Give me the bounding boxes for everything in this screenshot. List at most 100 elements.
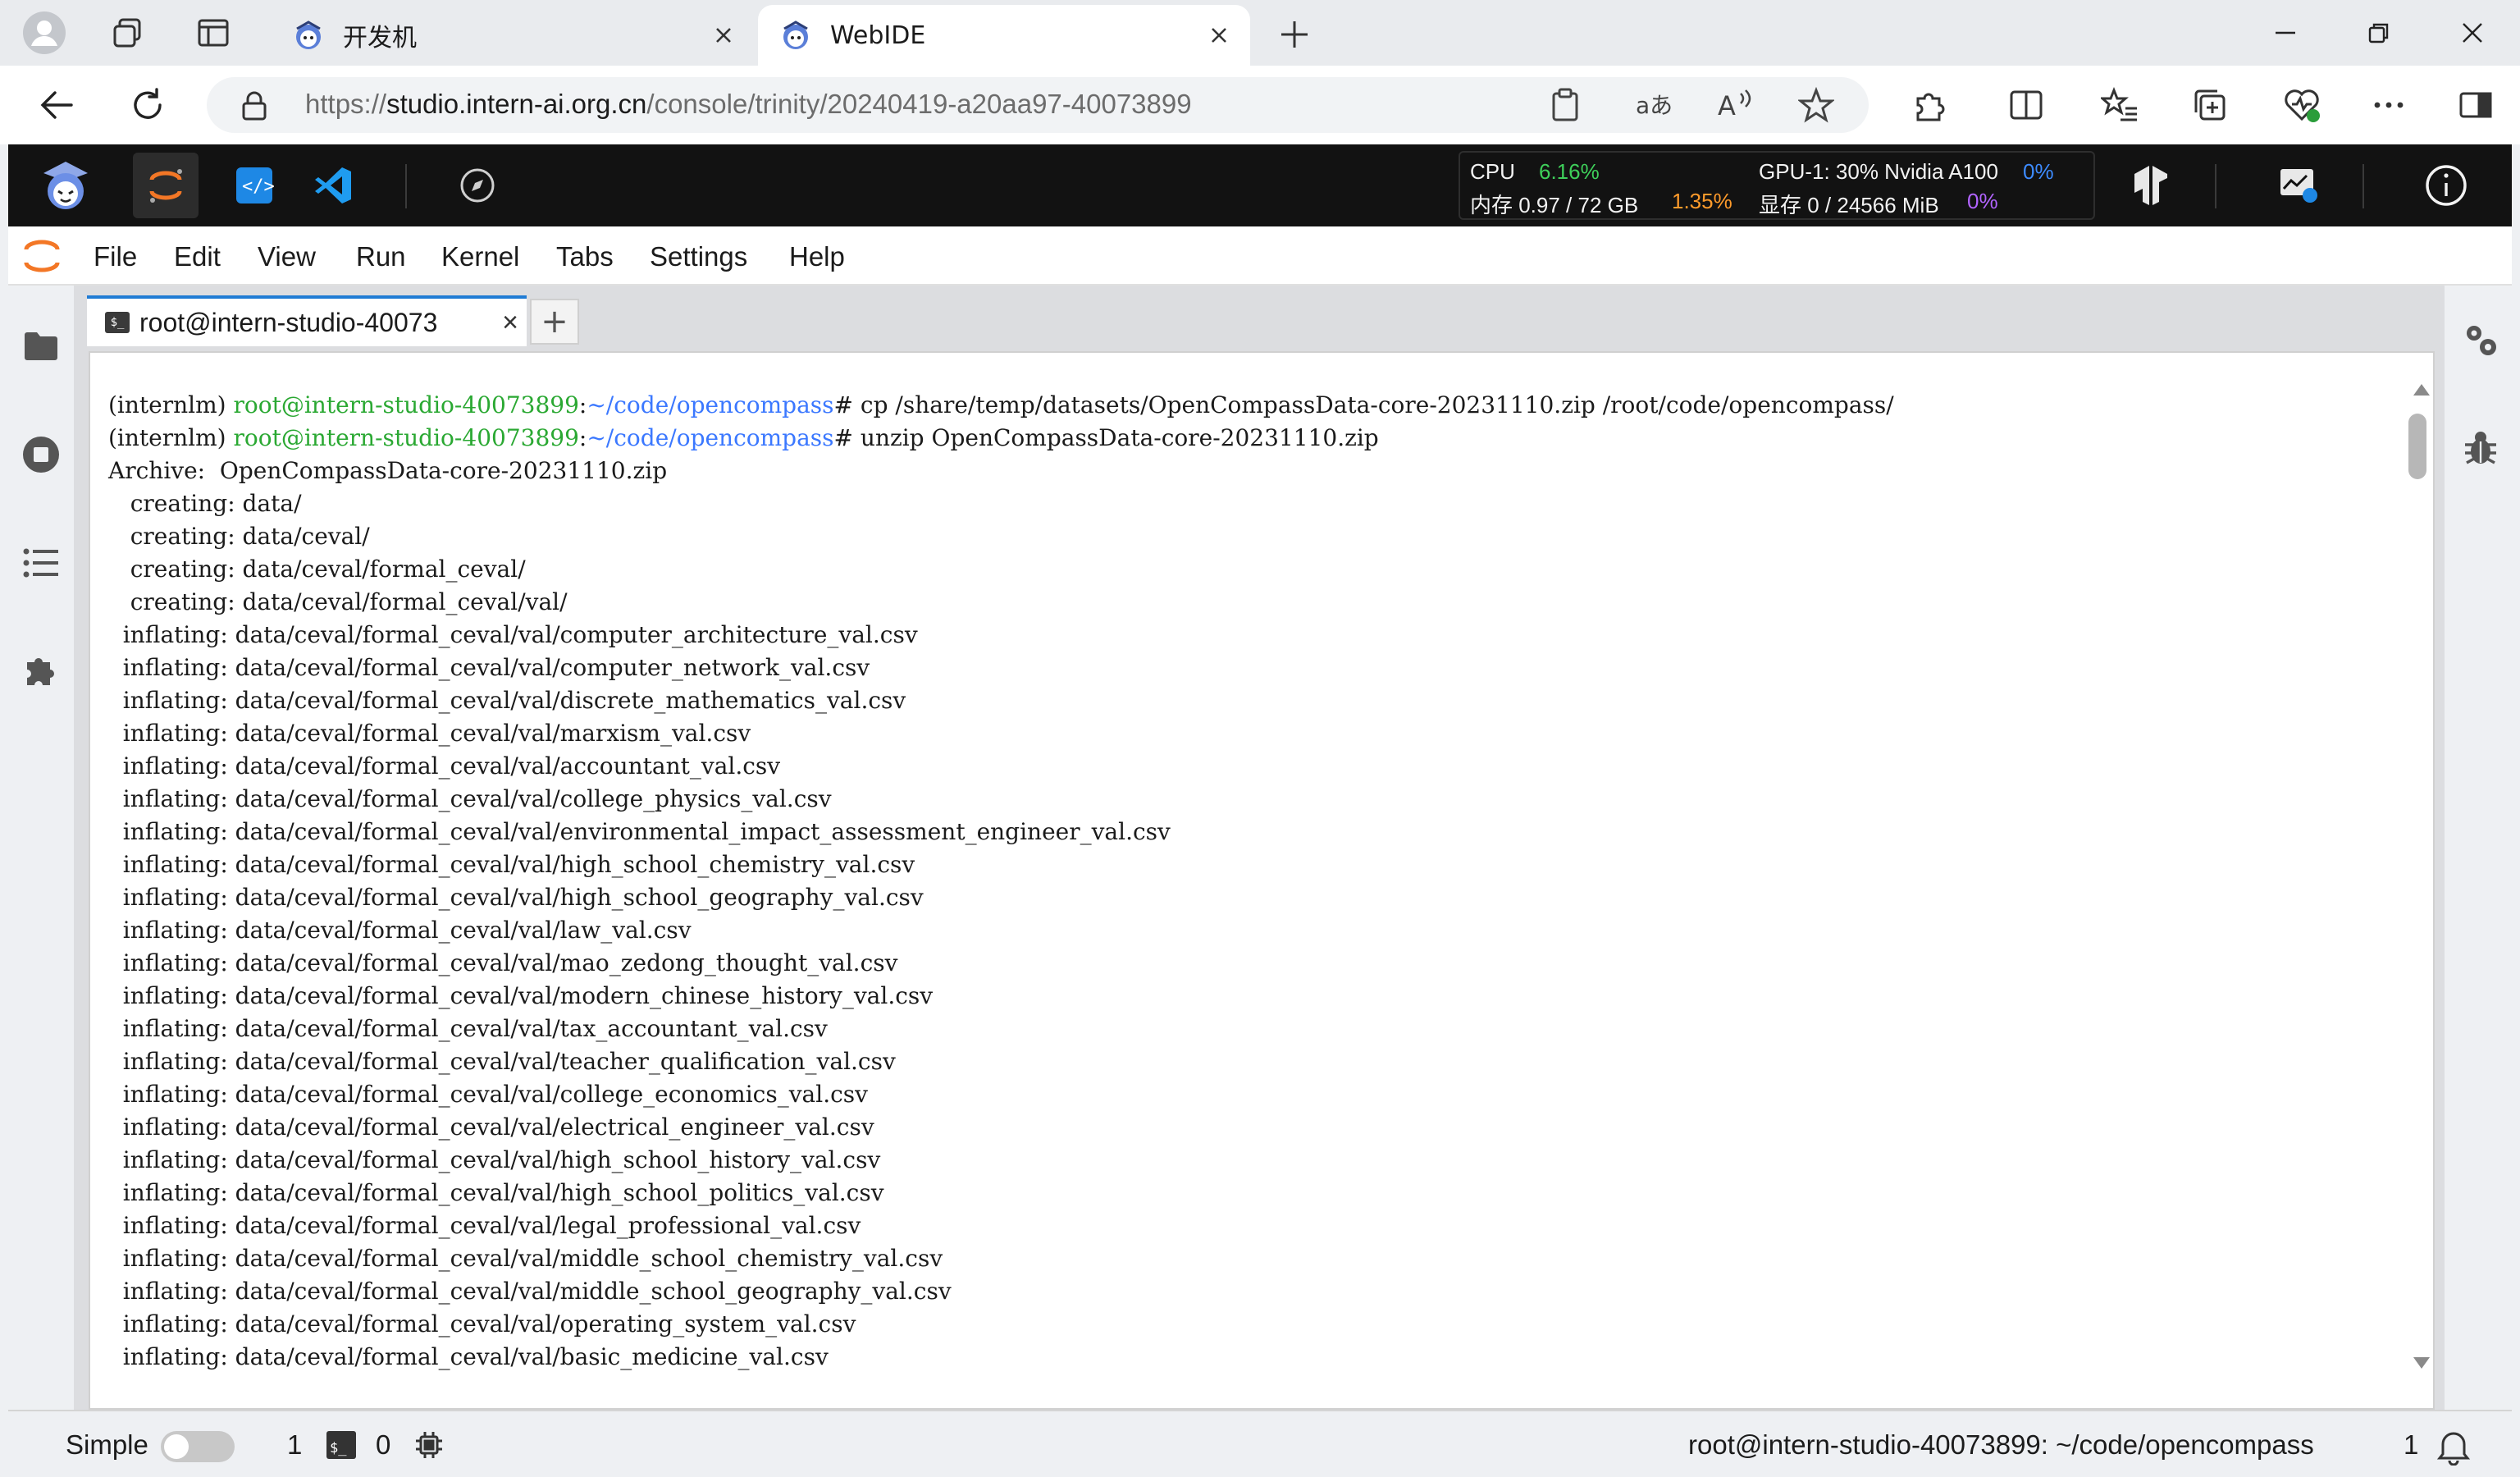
gpu-label: GPU-1: 30% Nvidia A100 (1759, 159, 1998, 184)
left-sidebar (8, 286, 74, 1410)
simple-mode-label: Simple (66, 1429, 148, 1460)
svg-text:A: A (1718, 90, 1736, 121)
svg-text:$_: $_ (330, 1440, 347, 1456)
memory-label: 内存 0.97 / 72 GB (1470, 193, 1639, 217)
close-window-icon[interactable] (2426, 0, 2518, 66)
terminal-output-line: inflating: data/ceval/formal_ceval/val/c… (108, 1081, 868, 1108)
current-location: root@intern-studio-40073899: ~/code/open… (1688, 1429, 2314, 1460)
menu-settings[interactable]: Settings (650, 241, 747, 272)
clipboard-icon[interactable] (1549, 87, 1582, 123)
collections-icon[interactable] (2185, 80, 2235, 130)
terminal-output-line: inflating: data/ceval/formal_ceval/val/b… (108, 1343, 829, 1370)
browser-tab-webide[interactable]: WebIDE (758, 5, 1250, 66)
browser-tab-devmachine[interactable]: 开发机 (271, 5, 755, 66)
terminal-output-line: creating: data/ceval/formal_ceval/ (108, 556, 526, 583)
terminal-scrollbar[interactable] (2412, 381, 2431, 1372)
terminal-status-icon[interactable]: $_ (325, 1429, 358, 1461)
terminal-count[interactable]: 0 (376, 1429, 390, 1461)
translate-icon[interactable]: aあ (1634, 87, 1672, 123)
restore-window-icon[interactable] (2333, 0, 2425, 66)
terminal-output-line: inflating: data/ceval/formal_ceval/val/a… (108, 752, 781, 780)
jupyter-app-icon[interactable] (133, 153, 199, 218)
back-arrow-icon[interactable] (33, 80, 82, 130)
extension-manager-puzzle-icon[interactable] (16, 647, 66, 696)
terminal-tab-title: root@intern-studio-40073 (139, 307, 438, 337)
lock-icon[interactable] (240, 90, 269, 121)
close-tab-icon[interactable] (701, 12, 746, 58)
workspaces-icon[interactable] (103, 8, 153, 57)
monitor-dashboard-icon[interactable] (2266, 153, 2331, 218)
terminal-output-line: inflating: data/ceval/formal_ceval/val/m… (108, 982, 934, 1009)
file-browser-folder-icon[interactable] (16, 322, 66, 371)
menu-run[interactable]: Run (356, 241, 406, 272)
tab-actions-icon[interactable] (189, 8, 238, 57)
close-tab-icon[interactable] (1196, 12, 1242, 58)
memory-usage: 1.35% (1672, 189, 1732, 213)
favorite-star-icon[interactable] (1798, 87, 1834, 123)
browser-essentials-icon[interactable] (2277, 80, 2326, 130)
terminal-output-line: inflating: data/ceval/formal_ceval/val/l… (108, 917, 692, 944)
terminal-output-line: inflating: data/ceval/formal_ceval/val/c… (108, 654, 870, 681)
terminal-output-line: inflating: data/ceval/formal_ceval/val/e… (108, 1113, 874, 1141)
read-aloud-icon[interactable]: A (1716, 87, 1755, 123)
menu-file[interactable]: File (94, 241, 137, 272)
svg-text:aあ: aあ (1636, 92, 1672, 119)
terminal-panel[interactable]: (internlm) root@intern-studio-40073899:~… (89, 351, 2435, 1410)
jupyter-menu-bar: File Edit View Run Kernel Tabs Settings … (8, 226, 2512, 286)
notification-bell-icon[interactable] (2435, 1426, 2472, 1466)
more-options-icon[interactable] (2364, 80, 2413, 130)
favorites-list-icon[interactable] (2095, 80, 2144, 130)
terminal-output-line: inflating: data/ceval/formal_ceval/val/h… (108, 851, 915, 878)
simple-mode-toggle[interactable] (161, 1431, 235, 1462)
compass-icon[interactable] (445, 153, 510, 218)
reload-icon[interactable] (123, 80, 172, 130)
info-icon[interactable] (2413, 153, 2479, 218)
cpu-usage: 6.16% (1539, 159, 1600, 184)
split-screen-icon[interactable] (2002, 80, 2051, 130)
terminal-output-line: inflating: data/ceval/formal_ceval/val/m… (108, 949, 898, 976)
address-bar[interactable]: https://studio.intern-ai.org.cn/console/… (207, 77, 1869, 133)
close-icon[interactable]: × (494, 307, 527, 339)
intern-studio-logo-icon[interactable] (33, 153, 98, 218)
extensions-puzzle-icon[interactable] (1905, 80, 1954, 130)
terminal-tab[interactable]: $_ root@intern-studio-40073 × (87, 295, 527, 346)
intern-mascot-icon (783, 21, 808, 49)
terminal-output-line: inflating: data/ceval/formal_ceval/val/d… (108, 687, 906, 714)
jupyter-logo-icon (21, 235, 62, 277)
sidebar-toggle-icon[interactable] (2451, 80, 2500, 130)
terminal-output[interactable]: (internlm) root@intern-studio-40073899:~… (108, 389, 2405, 1374)
intern-mascot-icon (296, 21, 321, 49)
new-tab-button[interactable] (1270, 10, 1319, 59)
vram-usage: 0% (1967, 189, 1998, 213)
terminal-output-line: inflating: data/ceval/formal_ceval/val/o… (108, 1310, 856, 1338)
code-server-app-icon[interactable]: </> (221, 153, 287, 218)
menu-edit[interactable]: Edit (174, 241, 221, 272)
kernel-status-icon[interactable] (413, 1429, 445, 1461)
tensorflow-icon[interactable] (2118, 153, 2184, 218)
table-of-contents-icon[interactable] (16, 538, 66, 588)
terminal-output-line: inflating: data/ceval/formal_ceval/val/h… (108, 1146, 881, 1173)
property-inspector-gears-icon[interactable] (2456, 315, 2505, 364)
scrollbar-arrows-icon (2413, 384, 2430, 1369)
add-launcher-button[interactable]: + (530, 299, 579, 345)
menu-kernel[interactable]: Kernel (441, 241, 519, 272)
menu-help[interactable]: Help (789, 241, 845, 272)
kernel-count[interactable]: 1 (287, 1429, 302, 1461)
menu-view[interactable]: View (258, 241, 316, 272)
svg-text:</>: </> (242, 176, 275, 197)
minimize-window-icon[interactable] (2239, 0, 2331, 66)
debugger-bug-icon[interactable] (2456, 423, 2505, 473)
vscode-app-icon[interactable] (300, 153, 366, 218)
terminal-output-line: inflating: data/ceval/formal_ceval/val/e… (108, 818, 1171, 845)
running-kernels-stop-icon[interactable] (16, 430, 66, 479)
terminal-output-line: inflating: data/ceval/formal_ceval/val/h… (108, 884, 924, 911)
terminal-output-line: inflating: data/ceval/formal_ceval/val/l… (108, 1212, 861, 1239)
notification-count[interactable]: 1 (2404, 1429, 2418, 1461)
terminal-output-line: inflating: data/ceval/formal_ceval/val/m… (108, 720, 751, 747)
scrollbar-thumb[interactable] (2408, 414, 2426, 479)
terminal-output-line: creating: data/ (108, 490, 302, 517)
url-text[interactable]: https://studio.intern-ai.org.cn/console/… (305, 89, 1192, 120)
profile-avatar-icon[interactable] (20, 8, 69, 57)
menu-tabs[interactable]: Tabs (556, 241, 614, 272)
terminal-output-line: inflating: data/ceval/formal_ceval/val/c… (108, 621, 918, 648)
